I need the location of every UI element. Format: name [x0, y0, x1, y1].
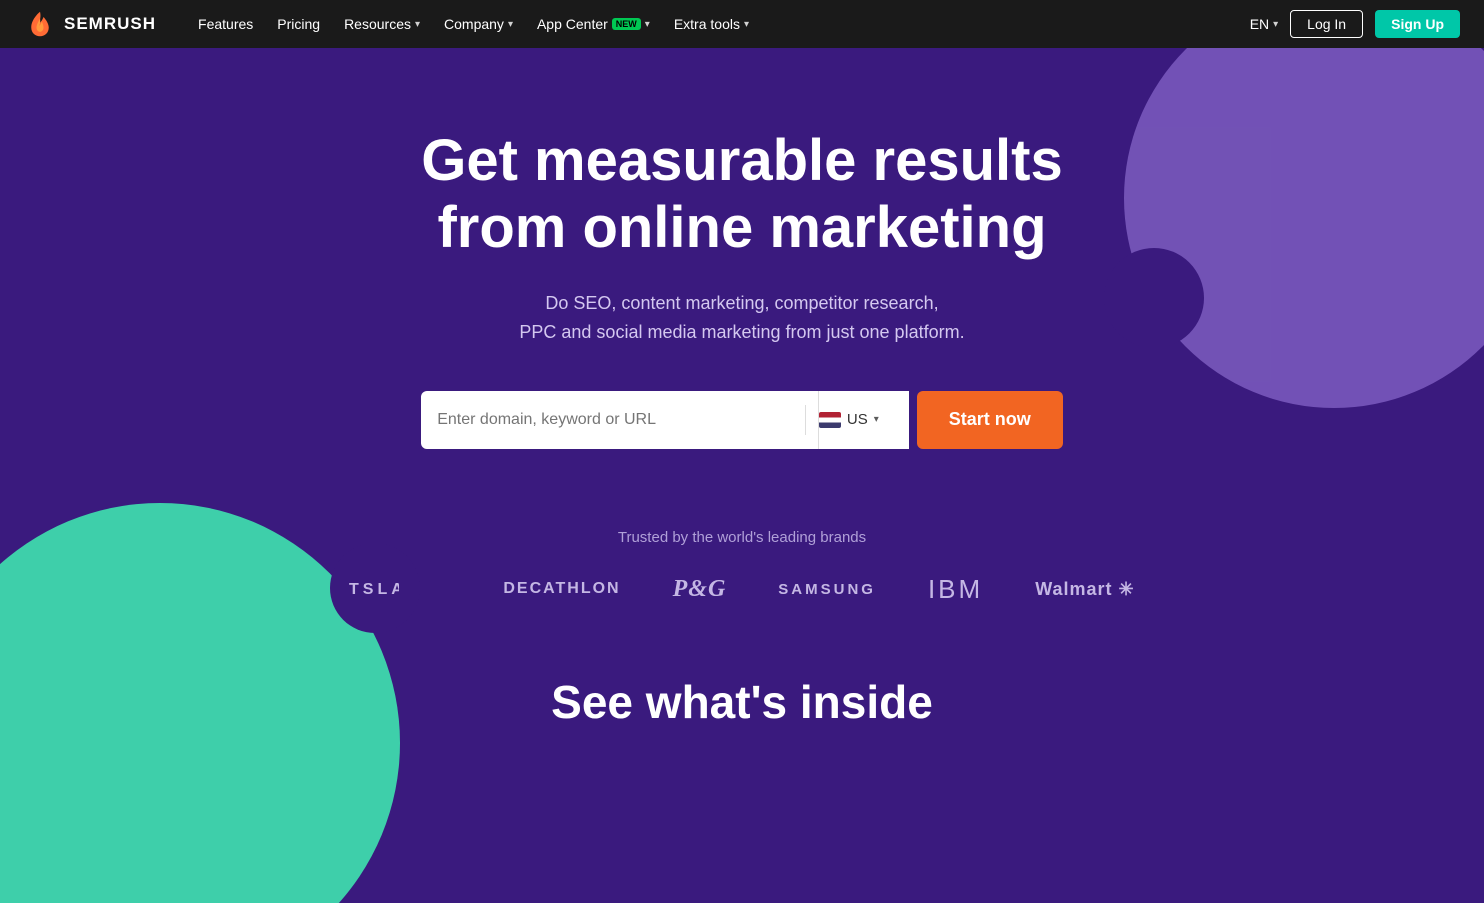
hero-subtitle: Do SEO, content marketing, competitor re… — [421, 289, 1063, 347]
trusted-section: Trusted by the world's leading brands TS… — [0, 529, 1484, 605]
trusted-label: Trusted by the world's leading brands — [40, 529, 1444, 546]
nav-company[interactable]: Company ▾ — [434, 12, 523, 36]
chevron-down-icon: ▾ — [415, 19, 420, 30]
hero-section: Get measurable results from online marke… — [0, 48, 1484, 903]
svg-text:TSLA: TSLA — [349, 581, 399, 598]
start-button[interactable]: Start now — [917, 391, 1063, 449]
divider — [805, 405, 806, 435]
search-input[interactable] — [437, 411, 793, 429]
hero-title: Get measurable results from online marke… — [421, 128, 1063, 261]
pg-logo: P&G — [673, 576, 727, 603]
ibm-logo: IBM — [928, 574, 983, 605]
nav-resources[interactable]: Resources ▾ — [334, 12, 430, 36]
nav-features[interactable]: Features — [188, 12, 263, 36]
chevron-down-icon: ▾ — [744, 19, 749, 30]
nav-links: Features Pricing Resources ▾ Company ▾ A… — [188, 12, 1250, 36]
walmart-logo: Walmart ✳ — [1035, 579, 1134, 600]
chevron-down-icon: ▾ — [1273, 19, 1278, 30]
see-inside-section: See what's inside — [0, 675, 1484, 729]
nav-extra-tools[interactable]: Extra tools ▾ — [664, 12, 759, 36]
nav-right: EN ▾ Log In Sign Up — [1250, 10, 1460, 38]
logo[interactable]: SEMRUSH — [24, 10, 156, 38]
country-selector[interactable]: US ▾ — [818, 391, 893, 449]
search-bar: US ▾ Start now — [421, 391, 1063, 449]
navbar: SEMRUSH Features Pricing Resources ▾ Com… — [0, 0, 1484, 48]
decathlon-logo: DECATHLON — [503, 580, 620, 598]
search-input-wrapper: US ▾ — [421, 391, 909, 449]
tesla-logo: TSLA — [349, 576, 399, 603]
brand-logos: TSLA DECATHLON P&G SAMSUNG IBM Walmart ✳ — [40, 574, 1444, 605]
new-badge: NEW — [612, 18, 641, 30]
decorative-circle-purple — [1124, 48, 1484, 408]
flag-icon — [819, 412, 841, 428]
nav-app-center[interactable]: App Center NEW ▾ — [527, 12, 660, 36]
chevron-down-icon: ▾ — [645, 19, 650, 30]
see-inside-title: See what's inside — [0, 675, 1484, 729]
language-selector[interactable]: EN ▾ — [1250, 16, 1278, 32]
samsung-logo: SAMSUNG — [778, 581, 876, 598]
nav-pricing[interactable]: Pricing — [267, 12, 330, 36]
signup-button[interactable]: Sign Up — [1375, 10, 1460, 38]
logo-text: SEMRUSH — [64, 14, 156, 34]
chevron-down-icon: ▾ — [874, 414, 879, 425]
hero-content: Get measurable results from online marke… — [401, 128, 1083, 509]
login-button[interactable]: Log In — [1290, 10, 1363, 38]
chevron-down-icon: ▾ — [508, 19, 513, 30]
